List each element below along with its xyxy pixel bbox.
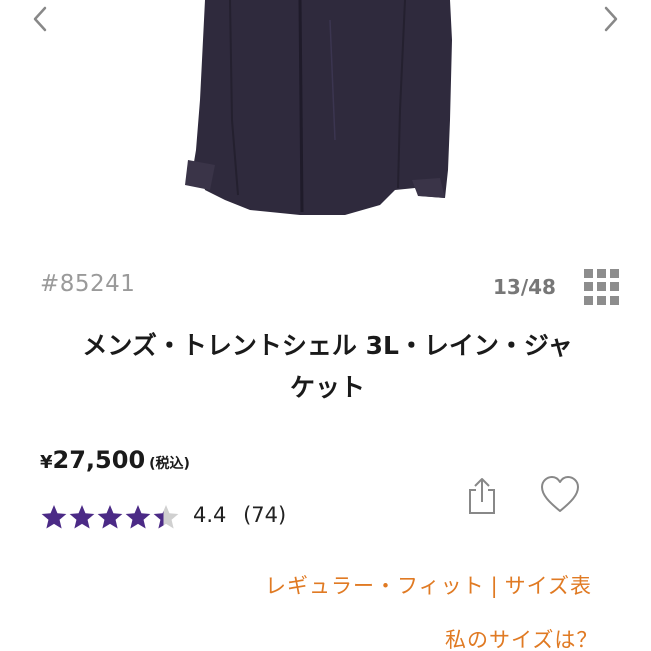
star-icon: [41, 505, 67, 529]
product-sku: #85241: [40, 271, 136, 297]
product-title: メンズ・トレントシェル 3L・レイン・ジャ ケット: [40, 325, 615, 409]
product-page: #85241 13/48 メンズ・トレントシェル 3L・レイン・ジャ ケット ¥…: [0, 0, 651, 651]
price-currency: ¥: [40, 452, 53, 473]
rating-stars[interactable]: [40, 503, 185, 533]
fit-size-links: レギュラー・フィット | サイズ表: [265, 570, 592, 600]
grid-icon[interactable]: [584, 269, 620, 305]
star-rating-icon: [41, 505, 179, 529]
product-price: ¥27,500 (税込): [40, 446, 190, 474]
link-separator: |: [490, 574, 499, 598]
grid-cell: [584, 282, 593, 292]
review-count: (74): [243, 503, 287, 527]
chevron-left-icon: [33, 6, 47, 32]
price-tax-note: (税込): [149, 456, 190, 472]
star-icon: [125, 505, 151, 529]
next-image-button[interactable]: [599, 4, 623, 34]
grid-cell: [584, 269, 593, 278]
image-counter: 13/48: [493, 275, 556, 299]
grid-cell: [610, 282, 619, 292]
product-image-area[interactable]: [0, 0, 651, 225]
grid-cell: [610, 295, 619, 305]
grid-cell: [597, 269, 606, 278]
star-icon: [69, 505, 95, 529]
chevron-right-icon: [604, 6, 618, 32]
my-size-link[interactable]: 私のサイズは？: [445, 624, 598, 651]
size-chart-link[interactable]: サイズ表: [505, 574, 592, 598]
heart-icon: [541, 476, 579, 512]
rating-summary[interactable]: 4.4 (74): [193, 503, 286, 527]
product-title-line1: メンズ・トレントシェル 3L・レイン・ジャ: [82, 331, 573, 360]
product-title-line2: ケット: [289, 373, 365, 402]
favorite-button[interactable]: [539, 475, 581, 515]
prev-image-button[interactable]: [28, 4, 52, 34]
share-icon: [469, 478, 495, 514]
rating-value: 4.4: [193, 503, 227, 527]
star-icon: [97, 505, 123, 529]
grid-cell: [597, 282, 606, 292]
product-image: [185, 0, 452, 215]
grid-cell: [610, 269, 619, 278]
star-icon: [153, 505, 179, 529]
fit-link[interactable]: レギュラー・フィット: [265, 574, 485, 598]
grid-cell: [597, 295, 606, 305]
grid-cell: [584, 295, 593, 305]
share-button[interactable]: [465, 476, 499, 516]
price-value: 27,500: [52, 446, 146, 474]
